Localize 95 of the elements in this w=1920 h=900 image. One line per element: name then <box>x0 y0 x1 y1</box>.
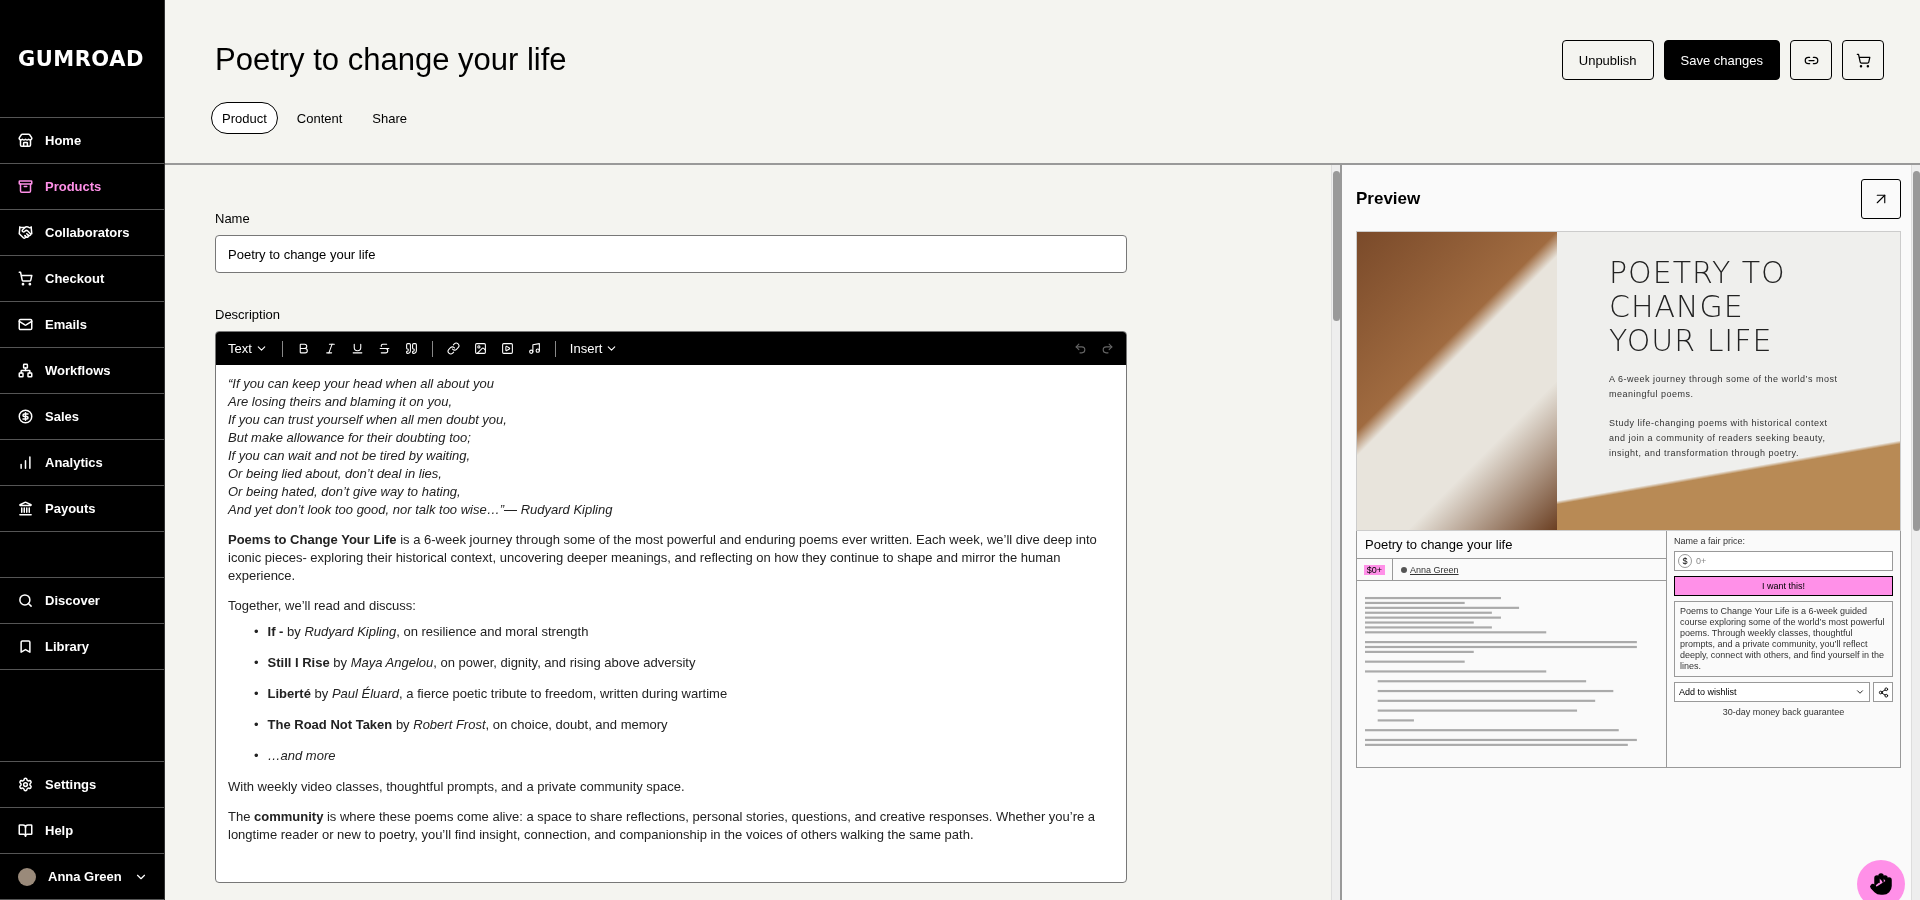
cart-icon <box>18 271 33 286</box>
product-summary: Poems to Change Your Life is a 6-week guided course exploring some of the world’s most powerful poems. Through weekly classes, thoughtful prompts, and a private community, you’ll reflect deeply, connect with others, and find yourself in the lines. <box>1674 601 1893 677</box>
link-button[interactable] <box>446 342 460 355</box>
quote-button[interactable] <box>404 342 418 355</box>
cart-button[interactable] <box>1842 40 1884 80</box>
share-button[interactable] <box>1873 682 1893 702</box>
tab[interactable]: Content <box>285 102 354 134</box>
sidebar-item[interactable]: Settings <box>0 762 164 808</box>
cover-heading-line: CHANGE <box>1609 290 1745 324</box>
audio-button[interactable] <box>527 342 541 355</box>
field-label: Name <box>215 211 251 226</box>
list-item-text: The Road Not Taken by Robert Frost, on choice, doubt, and memory <box>267 716 668 734</box>
bullet: • <box>254 747 259 765</box>
hierarchy-icon <box>18 363 33 378</box>
page-title: Poetry to change your life <box>215 42 567 78</box>
cover-heading-line: YOUR LIFE <box>1609 324 1774 358</box>
description-paragraph: Poems to Change Your Life is a 6-week journey through some of the most powerful and enduring poems ever written. Each week, we’ll dive deep into iconic pieces- exploring their historical context, uncovering deeper meanings, and reflecting on how they continue to shape and mirror the human experience. <box>228 532 1097 583</box>
cart-icon <box>1855 52 1871 68</box>
sidebar-item[interactable]: Collaborators <box>0 210 164 256</box>
sidebar-item[interactable]: Sales <box>0 394 164 440</box>
poem-line: Or being lied about, don’t deal in lies, <box>228 465 443 483</box>
field-label: Description <box>215 307 282 322</box>
list-item-text: Liberté by Paul Éluard, a fierce poetic tribute to freedom, written during wartime <box>267 685 728 703</box>
book-icon <box>18 823 33 838</box>
cover-text: Study life-changing poems with historical context and join a community of readers seeking beauty, insight, and transformation through poetry. <box>1609 417 1829 460</box>
italic-button[interactable] <box>323 342 337 355</box>
mail-icon <box>18 317 33 332</box>
description-paragraph: Together, we’ll read and discuss: <box>228 598 416 613</box>
poem-line: Or being hated, don’t give way to hating, <box>228 483 462 501</box>
bullet: • <box>254 685 259 703</box>
bookmark-icon <box>18 639 33 654</box>
bullet: • <box>254 654 259 672</box>
open-preview-button[interactable] <box>1861 179 1901 219</box>
seller-link[interactable]: Anna Green <box>1393 559 1459 580</box>
insert-dropdown[interactable]: Insert <box>569 341 619 356</box>
help-button[interactable] <box>1857 860 1905 900</box>
share-icon <box>1877 686 1889 698</box>
description-paragraph: With weekly video classes, thoughtful prompts, and a private community space. <box>228 779 685 794</box>
search-icon <box>18 593 33 608</box>
dollar-coin-icon <box>18 409 33 424</box>
sidebar-item[interactable]: Checkout <box>0 256 164 302</box>
text-style-dropdown[interactable]: Text <box>228 341 268 356</box>
poem-line: “If you can keep your head when all about you <box>228 375 495 393</box>
list-item-text: If - by Rudyard Kipling, on resilience and moral strength <box>267 623 589 641</box>
tab[interactable]: Share <box>361 102 419 134</box>
gumroad-logo[interactable]: GUMROAD <box>0 0 164 118</box>
description-paragraph: The community is where these poems come alive: a space to share reflections, personal stories, questions, and creative responses. Whether you’re a longtime reader or new to poetry, you’ll find insight, connection, and companionship in the voices of others walking the same path. <box>228 809 1096 842</box>
archive-box-icon <box>18 179 33 194</box>
strikethrough-button[interactable] <box>377 342 391 355</box>
sidebar-item[interactable]: Products <box>0 164 164 210</box>
bullet: • <box>254 716 259 734</box>
wishlist-dropdown[interactable]: Add to wishlist <box>1674 682 1870 702</box>
cover-text: A 6-week journey through some of the world’s most meaningful poems. <box>1609 373 1839 401</box>
bank-icon <box>18 501 33 516</box>
sidebar-item[interactable]: Emails <box>0 302 164 348</box>
price-input[interactable]: $ 0+ <box>1674 551 1893 571</box>
sidebar-item[interactable]: Help <box>0 808 164 854</box>
handshake-icon <box>18 225 33 240</box>
settings-icon <box>18 777 33 792</box>
product-title: Poetry to change your life <box>1357 531 1666 559</box>
bar-chart-icon <box>18 455 33 470</box>
copy-link-button[interactable] <box>1790 40 1832 80</box>
description-editor[interactable] <box>215 331 1127 883</box>
video-button[interactable] <box>500 342 514 355</box>
underline-button[interactable] <box>350 342 364 355</box>
list-item-text: …and more <box>267 747 336 765</box>
image-button[interactable] <box>473 342 487 355</box>
price-tag: $0+ <box>1363 564 1386 575</box>
name-input[interactable]: Poetry to change your life <box>215 235 1127 273</box>
sidebar-item[interactable]: Discover <box>0 578 164 624</box>
sidebar-item[interactable]: Library <box>0 624 164 670</box>
save-button[interactable]: Save changes <box>1663 40 1780 80</box>
cover-heading-line: POETRY TO <box>1609 256 1787 290</box>
avatar <box>18 867 36 886</box>
user-menu[interactable]: Anna Green <box>0 854 164 900</box>
sidebar-item[interactable]: Home <box>0 118 164 164</box>
sidebar-item[interactable]: Analytics <box>0 440 164 486</box>
poem-line: If you can wait and not be tired by waiting, <box>228 447 472 465</box>
buy-button[interactable]: I want this! <box>1674 576 1893 596</box>
bullet: • <box>254 623 259 641</box>
poem-line: But make allowance for their doubting too; <box>228 429 472 447</box>
preview-title: Preview <box>1356 189 1421 209</box>
list-item-text: Still I Rise by Maya Angelou, on power, dignity, and rising above adversity <box>267 654 696 672</box>
poem-line: And yet don’t look too good, nor talk too wise…”— Rudyard Kipling <box>228 501 614 519</box>
chevron-down-icon <box>1855 687 1865 697</box>
hand-icon <box>1869 872 1893 896</box>
store-icon <box>18 133 33 148</box>
sidebar-item[interactable]: Workflows <box>0 348 164 394</box>
price-label: Name a fair price: <box>1674 536 1747 546</box>
guarantee-text: 30-day money back guarantee <box>1721 707 1846 717</box>
poem-line: Are losing theirs and blaming it on you, <box>228 393 453 411</box>
poem-line: If you can trust yourself when all men doubt you, <box>228 411 508 429</box>
tab[interactable]: Product <box>211 102 278 134</box>
unpublish-button[interactable]: Unpublish <box>1561 40 1654 80</box>
sidebar-item[interactable]: Payouts <box>0 486 164 532</box>
